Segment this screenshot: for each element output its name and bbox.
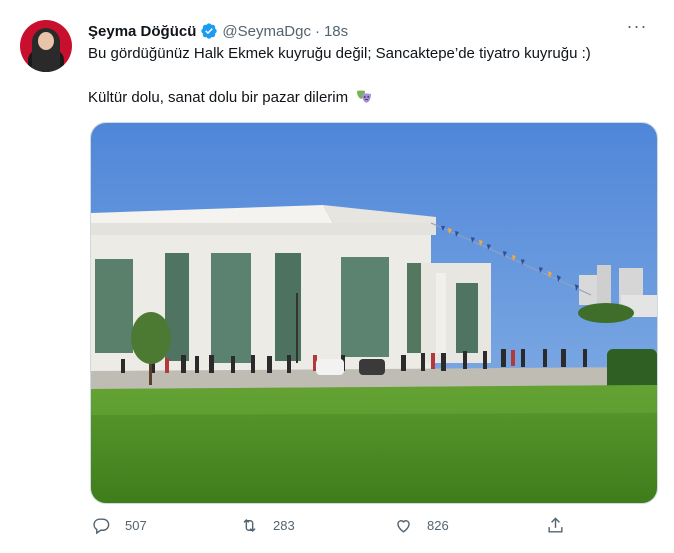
separator: · [314,22,320,40]
tweet-text-line1: Bu gördüğünüz Halk Ekmek kuyruğu değil; … [88,45,591,62]
avatar[interactable] [20,20,72,72]
tweet-header: Şeyma Döğücü @SeymaDgc · 18s [88,20,348,42]
tweet-actions: 507 283 826 [88,510,628,540]
verified-badge-icon [201,23,218,39]
like-button[interactable]: 826 [394,510,449,540]
retweet-count: 283 [273,517,295,533]
retweet-button[interactable]: 283 [240,510,295,540]
tweet-photo[interactable] [90,122,658,504]
timestamp[interactable]: 18s [324,23,348,40]
share-icon [548,516,563,533]
like-icon [397,519,410,533]
like-count: 826 [427,517,449,533]
display-name[interactable]: Şeyma Döğücü [88,23,196,40]
more-icon[interactable]: ··· [624,16,650,38]
retweet-icon [243,518,256,532]
tweet-photo-image [91,123,657,503]
handle[interactable]: @SeymaDgc [222,23,311,40]
share-button[interactable] [546,510,579,540]
reply-button[interactable]: 507 [92,510,147,540]
tweet-text-line2: Kültür dolu, sanat dolu bir pazar dileri… [88,87,372,109]
reply-icon [93,517,110,534]
theater-masks-emoji-icon [356,89,372,103]
reply-count: 507 [125,517,147,533]
tweet-text-line2-text: Kültür dolu, sanat dolu bir pazar dileri… [88,89,349,106]
